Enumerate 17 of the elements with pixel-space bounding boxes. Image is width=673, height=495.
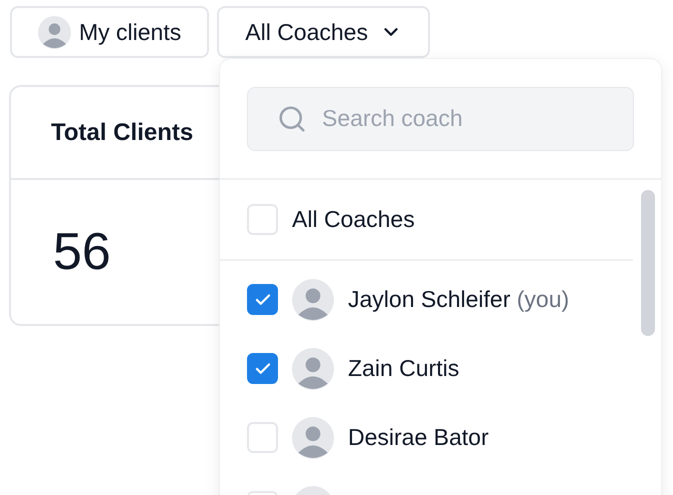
card-title: Total Clients — [51, 118, 194, 148]
scrollbar[interactable] — [641, 190, 655, 336]
avatar-icon — [292, 348, 334, 390]
coach-filter-dropdown[interactable]: All Coaches — [217, 6, 430, 58]
avatar-icon — [292, 278, 334, 320]
coach-name[interactable]: Jaylon Schleifer (you) — [348, 282, 570, 317]
coach-name[interactable]: Zain Curtis — [348, 351, 460, 386]
my-clients-button[interactable]: My clients — [10, 6, 210, 58]
avatar-icon — [292, 416, 334, 458]
search-field[interactable]: Search coach — [247, 86, 634, 150]
option-label[interactable]: All Coaches — [292, 202, 415, 237]
checkbox[interactable] — [247, 353, 278, 384]
avatar-icon — [38, 16, 71, 48]
search-icon — [277, 104, 307, 134]
client-count: 56 — [53, 222, 111, 283]
coach-name[interactable]: Desirae Bator — [348, 420, 489, 455]
checkbox[interactable] — [247, 284, 278, 315]
